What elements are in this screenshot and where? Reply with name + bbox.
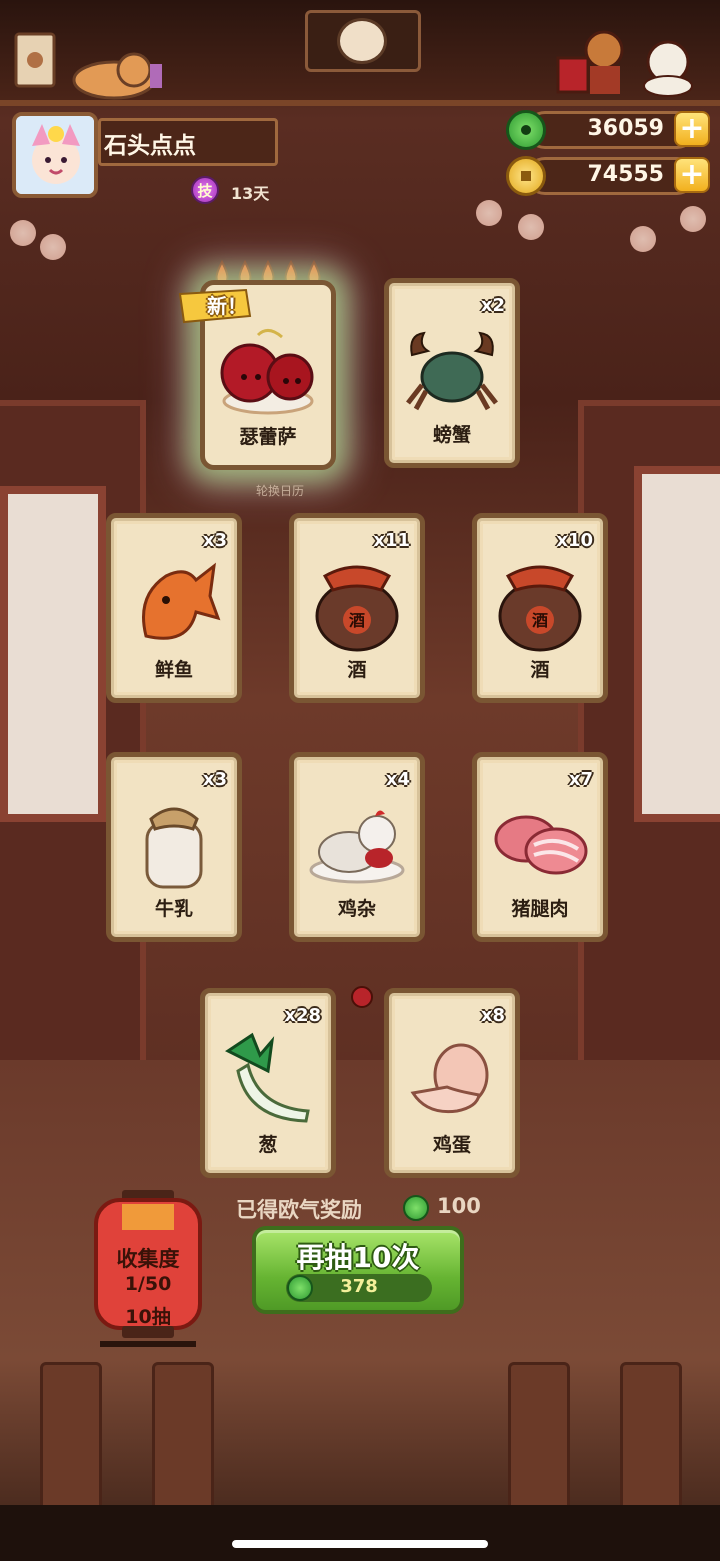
home-indicator[interactable] <box>232 1540 488 1548</box>
add-jade-button[interactable]: + <box>674 111 710 147</box>
right-window-frame <box>578 400 720 1072</box>
rotation-calendar-label: 轮换日历 <box>256 484 305 498</box>
card-name: 螃蟹 <box>432 424 471 446</box>
fence-post <box>620 1362 682 1528</box>
card-count: x10 <box>556 530 593 551</box>
blossom-icon <box>518 214 544 240</box>
card-item[interactable]: x8 鸡蛋 <box>384 988 520 1178</box>
avatar-character-icon <box>16 116 94 194</box>
fence-post <box>40 1362 102 1528</box>
crab-icon <box>406 332 498 411</box>
left-window-frame <box>0 400 146 1072</box>
fish-icon <box>142 562 221 641</box>
card-item[interactable]: x4 鸡杂 <box>289 752 425 942</box>
cherry-icon <box>220 329 314 415</box>
fence-post <box>152 1362 214 1528</box>
reward-amount: 100 <box>437 1194 481 1218</box>
skill-days: 13天 <box>231 184 270 203</box>
lucky-knot-icon <box>351 986 373 1008</box>
blossom-icon <box>10 220 36 246</box>
card-name: 鸡杂 <box>337 898 376 920</box>
card-item[interactable]: x28 葱 <box>200 988 336 1178</box>
scroll-portrait-icon <box>337 18 387 64</box>
collection-title: 收集度 <box>116 1247 180 1271</box>
scallion-icon <box>225 1033 310 1123</box>
card-name: 鲜鱼 <box>154 659 193 681</box>
collection-progress: 1/50 <box>124 1273 172 1295</box>
reward-label: 已得欧气奖励 <box>236 1198 362 1222</box>
card-count: x11 <box>373 530 410 551</box>
card-item[interactable]: 酒 x10 酒 <box>472 513 608 703</box>
milk-jar-icon <box>145 807 203 889</box>
card-item[interactable]: x7 猪腿肉 <box>472 752 608 942</box>
card-item[interactable]: x3 鲜鱼 <box>106 513 242 703</box>
card-name: 鸡蛋 <box>432 1134 471 1156</box>
jar-label: 酒 <box>532 611 548 630</box>
card-item[interactable]: 酒 x11 酒 <box>289 513 425 703</box>
left-window-pane <box>0 486 106 822</box>
draw-cost: 378 <box>340 1276 378 1297</box>
blossom-icon <box>40 234 66 260</box>
card-count: x8 <box>480 1005 505 1026</box>
wine-jar-icon: 酒 <box>315 566 399 652</box>
card-name: 瑟蕾萨 <box>239 426 297 448</box>
player-name: 石头点点 <box>104 133 196 159</box>
card-count: x3 <box>202 769 227 790</box>
card-count: x4 <box>385 769 410 790</box>
pork-leg-icon <box>494 815 588 875</box>
jade-amount: 36059 <box>587 116 664 141</box>
blossom-icon <box>476 200 502 226</box>
jar-label: 酒 <box>349 611 365 630</box>
fence-post <box>508 1362 570 1528</box>
coin-amount: 74555 <box>587 162 664 187</box>
chicken-giblets-icon <box>309 810 405 884</box>
blossom-icon <box>680 206 706 232</box>
new-tag-label: 新！ <box>207 294 247 318</box>
bottom-bar <box>0 1505 720 1561</box>
blossom-icon <box>630 226 656 252</box>
avatar[interactable] <box>12 112 98 198</box>
card-name: 猪腿肉 <box>511 898 569 920</box>
card-name: 酒 <box>530 659 550 681</box>
characters-shelf-decoration-icon <box>556 30 693 97</box>
cat-shelf-decoration-icon <box>14 32 162 100</box>
card-count: x2 <box>480 295 505 316</box>
card-name: 酒 <box>347 659 367 681</box>
card-count: x7 <box>568 769 593 790</box>
card-name: 牛乳 <box>154 898 193 920</box>
right-window-pane <box>634 466 720 822</box>
collection-draws: 10抽 <box>125 1306 171 1328</box>
draw-again-label: 再抽10次 <box>296 1241 420 1274</box>
egg-icon <box>410 1043 489 1114</box>
skill-badge[interactable]: 技 <box>191 176 219 204</box>
card-count: x28 <box>284 1005 321 1026</box>
add-coins-button[interactable]: + <box>674 157 710 193</box>
card-item[interactable]: x3 牛乳 <box>106 752 242 942</box>
card-count: x3 <box>202 530 227 551</box>
card-name: 葱 <box>258 1134 278 1156</box>
jade-icon <box>403 1195 429 1221</box>
wine-jar-icon: 酒 <box>498 566 582 652</box>
card-item[interactable]: x2 螃蟹 <box>384 278 520 468</box>
